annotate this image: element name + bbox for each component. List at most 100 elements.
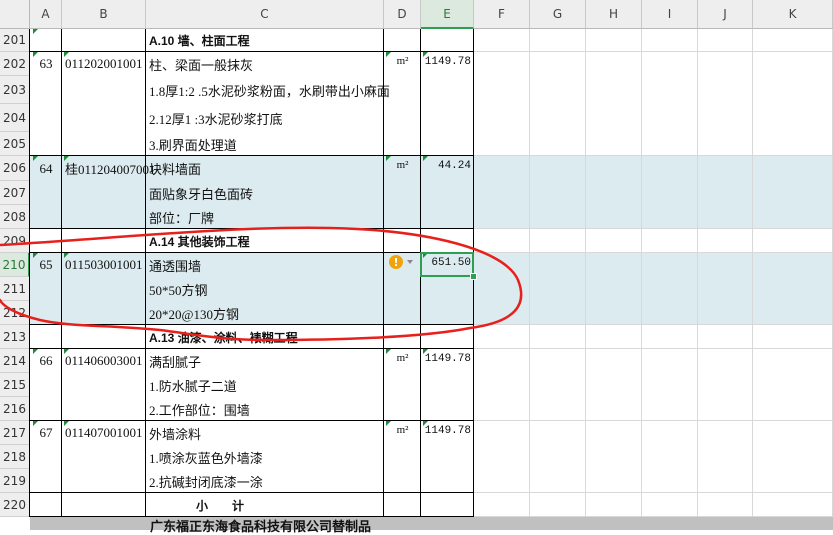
cell-quantity[interactable] bbox=[421, 29, 474, 52]
row-header[interactable]: 205 bbox=[0, 132, 30, 156]
select-all-corner[interactable] bbox=[0, 0, 30, 29]
cell-seq-no[interactable] bbox=[30, 469, 62, 493]
cell-item-code[interactable]: 011406003001 bbox=[62, 349, 146, 373]
cell-quantity[interactable] bbox=[421, 493, 474, 517]
column-header-h[interactable]: H bbox=[586, 0, 642, 29]
cell-unit[interactable] bbox=[384, 301, 421, 325]
cell-item-code[interactable] bbox=[62, 493, 146, 517]
cell-unit[interactable] bbox=[384, 132, 421, 156]
cell-description[interactable]: 通透围墙 bbox=[146, 253, 384, 277]
cell-seq-no[interactable] bbox=[30, 277, 62, 301]
cell-unit[interactable] bbox=[384, 445, 421, 469]
row-header[interactable]: 210 bbox=[0, 253, 30, 277]
cell-description[interactable]: 1.8厚1:2 .5水泥砂浆粉面，水刷带出小麻面 bbox=[146, 76, 390, 104]
row-header[interactable]: 204 bbox=[0, 104, 30, 132]
cell-unit[interactable] bbox=[384, 181, 421, 205]
row-header[interactable]: 206 bbox=[0, 156, 30, 181]
cell-description[interactable]: 柱、梁面一般抹灰 bbox=[146, 52, 384, 76]
cell-item-code[interactable] bbox=[62, 301, 146, 325]
cell-quantity[interactable] bbox=[421, 373, 474, 397]
column-header-j[interactable]: J bbox=[698, 0, 753, 29]
cell-seq-no[interactable] bbox=[30, 229, 62, 253]
cell-description[interactable]: 面贴象牙白色面砖 bbox=[146, 181, 384, 205]
cell-item-code[interactable] bbox=[62, 76, 146, 104]
cell-item-code[interactable] bbox=[62, 132, 146, 156]
selected-cell-outline[interactable] bbox=[420, 252, 474, 277]
cell-description[interactable]: 1.喷涂灰蓝色外墙漆 bbox=[146, 445, 384, 469]
row-header[interactable]: 202 bbox=[0, 52, 30, 76]
cell-item-code[interactable]: 桂011204007001 bbox=[62, 156, 156, 181]
row-header[interactable]: 212 bbox=[0, 301, 30, 325]
cell-description[interactable]: 3.刷界面处理道 bbox=[146, 132, 384, 156]
cell-description[interactable]: A.10 墙、柱面工程 bbox=[146, 29, 384, 52]
cell-description[interactable]: 2.工作部位：围墙 bbox=[146, 397, 384, 421]
cell-unit[interactable] bbox=[384, 104, 421, 132]
row-header[interactable]: 203 bbox=[0, 76, 30, 104]
row-header[interactable]: 219 bbox=[0, 469, 30, 493]
cell-quantity[interactable]: 1149.78 bbox=[421, 52, 474, 76]
cell-quantity[interactable] bbox=[421, 181, 474, 205]
column-header-b[interactable]: B bbox=[62, 0, 146, 29]
cell-unit[interactable] bbox=[384, 493, 421, 517]
cell-seq-no[interactable] bbox=[30, 325, 62, 349]
column-header-a[interactable]: A bbox=[30, 0, 62, 29]
cell-seq-no[interactable] bbox=[30, 181, 62, 205]
cell-item-code[interactable] bbox=[62, 325, 146, 349]
row-header[interactable]: 211 bbox=[0, 277, 30, 301]
cell-unit[interactable] bbox=[384, 373, 421, 397]
cell-seq-no[interactable] bbox=[30, 445, 62, 469]
cell-description[interactable]: 满刮腻子 bbox=[146, 349, 384, 373]
cell-seq-no[interactable] bbox=[30, 205, 62, 229]
column-header-g[interactable]: G bbox=[530, 0, 586, 29]
cell-item-code[interactable] bbox=[62, 29, 146, 52]
cell-item-code[interactable] bbox=[62, 229, 146, 253]
cell-seq-no[interactable] bbox=[30, 104, 62, 132]
cell-description[interactable]: A.13 油漆、涂料、裱糊工程 bbox=[146, 325, 384, 349]
cell-quantity[interactable] bbox=[421, 132, 474, 156]
cell-quantity[interactable] bbox=[421, 445, 474, 469]
row-header[interactable]: 220 bbox=[0, 493, 30, 517]
column-header-e[interactable]: E bbox=[421, 0, 474, 29]
cell-item-code[interactable] bbox=[62, 469, 146, 493]
cell-description[interactable]: 部位：厂牌 bbox=[146, 205, 384, 229]
cell-description[interactable]: 50*50方钢 bbox=[146, 277, 384, 301]
cell-seq-no[interactable] bbox=[30, 493, 62, 517]
cell-seq-no[interactable] bbox=[30, 132, 62, 156]
cell-seq-no[interactable] bbox=[30, 397, 62, 421]
cell-unit[interactable] bbox=[384, 277, 421, 301]
chevron-down-icon[interactable] bbox=[407, 260, 413, 264]
cell-item-code[interactable] bbox=[62, 277, 146, 301]
cell-quantity[interactable]: 1149.78 bbox=[421, 349, 474, 373]
row-header[interactable]: 201 bbox=[0, 29, 30, 52]
row-header[interactable]: 213 bbox=[0, 325, 30, 349]
row-header[interactable]: 214 bbox=[0, 349, 30, 373]
column-header-k[interactable]: K bbox=[753, 0, 833, 29]
cell-unit[interactable] bbox=[384, 229, 421, 253]
cell-unit[interactable] bbox=[384, 76, 421, 104]
cell-description[interactable]: 小 计 bbox=[146, 493, 384, 517]
row-header[interactable]: 217 bbox=[0, 421, 30, 445]
cell-description[interactable]: A.14 其他装饰工程 bbox=[146, 229, 384, 253]
cell-item-code[interactable] bbox=[62, 397, 146, 421]
cell-quantity[interactable] bbox=[421, 76, 474, 104]
cell-seq-no[interactable] bbox=[30, 301, 62, 325]
cell-description[interactable]: 1.防水腻子二道 bbox=[146, 373, 384, 397]
row-header[interactable]: 208 bbox=[0, 205, 30, 229]
column-header-f[interactable]: F bbox=[474, 0, 530, 29]
cell-quantity[interactable] bbox=[421, 469, 474, 493]
cell-description[interactable]: 2.12厚1 :3水泥砂浆打底 bbox=[146, 104, 384, 132]
row-header[interactable]: 218 bbox=[0, 445, 30, 469]
cell-item-code[interactable]: 011202001001 bbox=[62, 52, 146, 76]
cell-quantity[interactable] bbox=[421, 229, 474, 253]
cell-quantity[interactable] bbox=[421, 301, 474, 325]
cell-quantity[interactable]: 1149.78 bbox=[421, 421, 474, 445]
exclamation-circle-icon[interactable]: ! bbox=[389, 255, 403, 269]
cell-description[interactable]: 块料墙面 bbox=[146, 156, 384, 181]
cell-item-code[interactable] bbox=[62, 373, 146, 397]
cell-unit[interactable] bbox=[384, 325, 421, 349]
cell-quantity[interactable]: 44.24 bbox=[421, 156, 474, 181]
column-header-i[interactable]: I bbox=[642, 0, 698, 29]
cell-item-code[interactable] bbox=[62, 445, 146, 469]
cell-seq-no[interactable] bbox=[30, 373, 62, 397]
cell-description[interactable]: 20*20@130方钢 bbox=[146, 301, 384, 325]
